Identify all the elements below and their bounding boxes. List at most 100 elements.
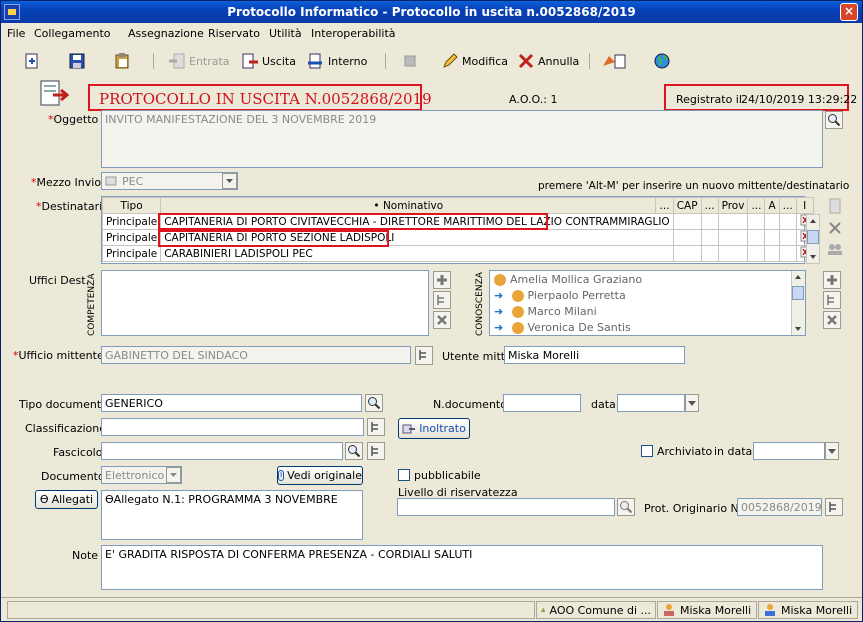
remove-conoscenza-button[interactable]	[823, 311, 841, 329]
globe-button[interactable]	[653, 51, 674, 71]
annulla-button[interactable]: Annulla	[517, 51, 579, 71]
add-conoscenza-button[interactable]	[823, 271, 841, 289]
person-icon	[511, 322, 524, 334]
tree-competenza-button[interactable]	[433, 291, 451, 309]
ufficio-tree-button[interactable]	[415, 346, 433, 365]
pubblicabile-checkbox[interactable]	[398, 469, 410, 481]
tipo-documento-field[interactable]: GENERICO	[101, 394, 362, 412]
documento-label: Documento	[41, 470, 105, 483]
plus-icon	[437, 275, 447, 285]
in-data-field[interactable]	[753, 442, 825, 460]
uscita-button[interactable]: Uscita	[241, 51, 296, 71]
scroll-thumb[interactable]	[807, 230, 819, 244]
close-button[interactable]: ×	[840, 3, 858, 21]
add-competenza-button[interactable]	[433, 271, 451, 289]
interno-button[interactable]: Interno	[307, 51, 367, 71]
mezzo-invio-label: *Mezzo Invio	[31, 176, 102, 189]
col-i[interactable]: I	[795, 197, 814, 214]
tipo-documento-search-button[interactable]	[365, 394, 383, 412]
remove-competenza-button[interactable]	[433, 311, 451, 329]
allegato-item[interactable]: Allegato N.1: PROGRAMMA 3 NOVEMBRE	[114, 493, 338, 506]
tree-conoscenza-button[interactable]	[823, 291, 841, 309]
save-button[interactable]	[68, 51, 89, 71]
riservatezza-field[interactable]	[397, 498, 615, 516]
scroll-up-icon[interactable]	[792, 271, 804, 283]
info-icon: i	[278, 470, 285, 481]
status-user[interactable]: Miska Morelli	[657, 601, 757, 619]
col-more[interactable]: ...	[778, 197, 797, 214]
add-document-icon[interactable]	[827, 198, 843, 214]
uffici-dest-label: Uffici Dest.	[29, 274, 90, 287]
utente-mitt-label: Utente mitt.	[442, 350, 509, 363]
remove-x-icon[interactable]	[827, 220, 843, 236]
col-more[interactable]: ...	[655, 197, 674, 214]
scroll-down-icon[interactable]	[792, 323, 804, 335]
n-documento-field[interactable]	[503, 394, 581, 412]
oggetto-field[interactable]: INVITO MANIFESTAZIONE DEL 3 NOVEMBRE 201…	[101, 110, 823, 168]
in-data-dropdown[interactable]	[825, 442, 839, 460]
list-item[interactable]: ➜ Marco Milani	[494, 305, 597, 318]
prot-originario-tree-button[interactable]	[825, 498, 843, 516]
chevron-down-icon	[828, 449, 836, 454]
mezzo-invio-select[interactable]: PEC	[101, 172, 238, 190]
ufficio-mittente-field[interactable]: GABINETTO DEL SINDACO	[101, 346, 411, 364]
vedi-originale-button[interactable]: i Vedi originale	[277, 466, 363, 485]
utente-mitt-field[interactable]: Miska Morelli	[504, 346, 685, 364]
destinatari-scrollbar[interactable]	[806, 214, 820, 264]
menu-file[interactable]: File	[7, 27, 25, 40]
list-item[interactable]: ➜ Veronica De Santis	[494, 321, 631, 334]
modifica-button[interactable]: Modifica	[441, 51, 508, 71]
competenza-list[interactable]	[101, 270, 429, 336]
status-aoo[interactable]: AOO Comune di ...	[536, 601, 656, 619]
oggetto-search-button[interactable]	[825, 111, 843, 129]
col-more[interactable]: ...	[747, 197, 766, 214]
documento-dropdown[interactable]	[166, 467, 181, 483]
allegati-button[interactable]: ϴ Allegati	[35, 490, 98, 509]
pencil-icon	[443, 53, 458, 68]
annulla-label: Annulla	[538, 54, 580, 68]
col-nominativo[interactable]: • Nominativo	[160, 197, 657, 214]
classificazione-tree-button[interactable]	[367, 418, 385, 436]
menu-riservato[interactable]: Riservato	[208, 27, 260, 40]
col-a[interactable]: A	[764, 197, 780, 214]
list-item[interactable]: Amelia Mollica Graziano	[494, 273, 642, 286]
menu-assegnazione[interactable]: Assegnazione	[128, 27, 204, 40]
col-cap[interactable]: CAP	[672, 197, 702, 214]
conoscenza-list[interactable]: Amelia Mollica Graziano ➜ Pierpaolo Perr…	[489, 270, 806, 336]
status-user[interactable]: Miska Morelli	[758, 601, 858, 619]
riservatezza-search-button[interactable]	[617, 498, 635, 516]
scroll-down-icon[interactable]	[807, 251, 819, 263]
note-field[interactable]: E' GRADITA RISPOSTA DI CONFERMA PRESENZA…	[101, 545, 823, 590]
scroll-thumb[interactable]	[792, 286, 804, 300]
col-tipo[interactable]: Tipo	[101, 197, 162, 214]
scroll-up-icon[interactable]	[807, 215, 819, 227]
people-icon[interactable]	[827, 241, 843, 257]
fascicolo-tree-button[interactable]	[367, 442, 385, 460]
inoltrato-button[interactable]: Inoltrato	[398, 418, 470, 439]
table-row[interactable]: Principale CARABINIERI LADISPOLI PEC	[101, 245, 814, 262]
menu-interoperabilita[interactable]: Interoperabilità	[311, 27, 396, 40]
search-icon	[828, 114, 841, 127]
mezzo-invio-dropdown[interactable]	[222, 173, 237, 189]
data-dropdown[interactable]	[685, 394, 699, 412]
data-field[interactable]	[617, 394, 685, 412]
interno-icon	[308, 53, 322, 69]
prot-originario-field[interactable]: 0052868/2019	[737, 498, 822, 516]
menu-collegamento[interactable]: Collegamento	[34, 27, 111, 40]
person-icon	[494, 274, 506, 286]
paste-button[interactable]	[113, 51, 134, 71]
entrata-button[interactable]: Entrata	[168, 51, 230, 71]
archiviato-checkbox[interactable]	[641, 445, 653, 457]
fascicolo-field[interactable]	[101, 442, 343, 460]
documents-button[interactable]	[601, 51, 634, 71]
new-document-button[interactable]	[23, 51, 44, 71]
disabled-action-button[interactable]	[401, 51, 422, 71]
list-item[interactable]: ➜ Pierpaolo Perretta	[494, 289, 626, 302]
allegati-list[interactable]: ϴAllegato N.1: PROGRAMMA 3 NOVEMBRE	[101, 490, 363, 540]
classificazione-field[interactable]	[101, 418, 364, 436]
fascicolo-search-button[interactable]	[345, 442, 363, 460]
col-prov[interactable]: Prov	[717, 197, 749, 214]
conoscenza-scrollbar[interactable]	[791, 271, 805, 335]
menu-utilita[interactable]: Utilità	[269, 27, 302, 40]
col-more[interactable]: ...	[700, 197, 719, 214]
